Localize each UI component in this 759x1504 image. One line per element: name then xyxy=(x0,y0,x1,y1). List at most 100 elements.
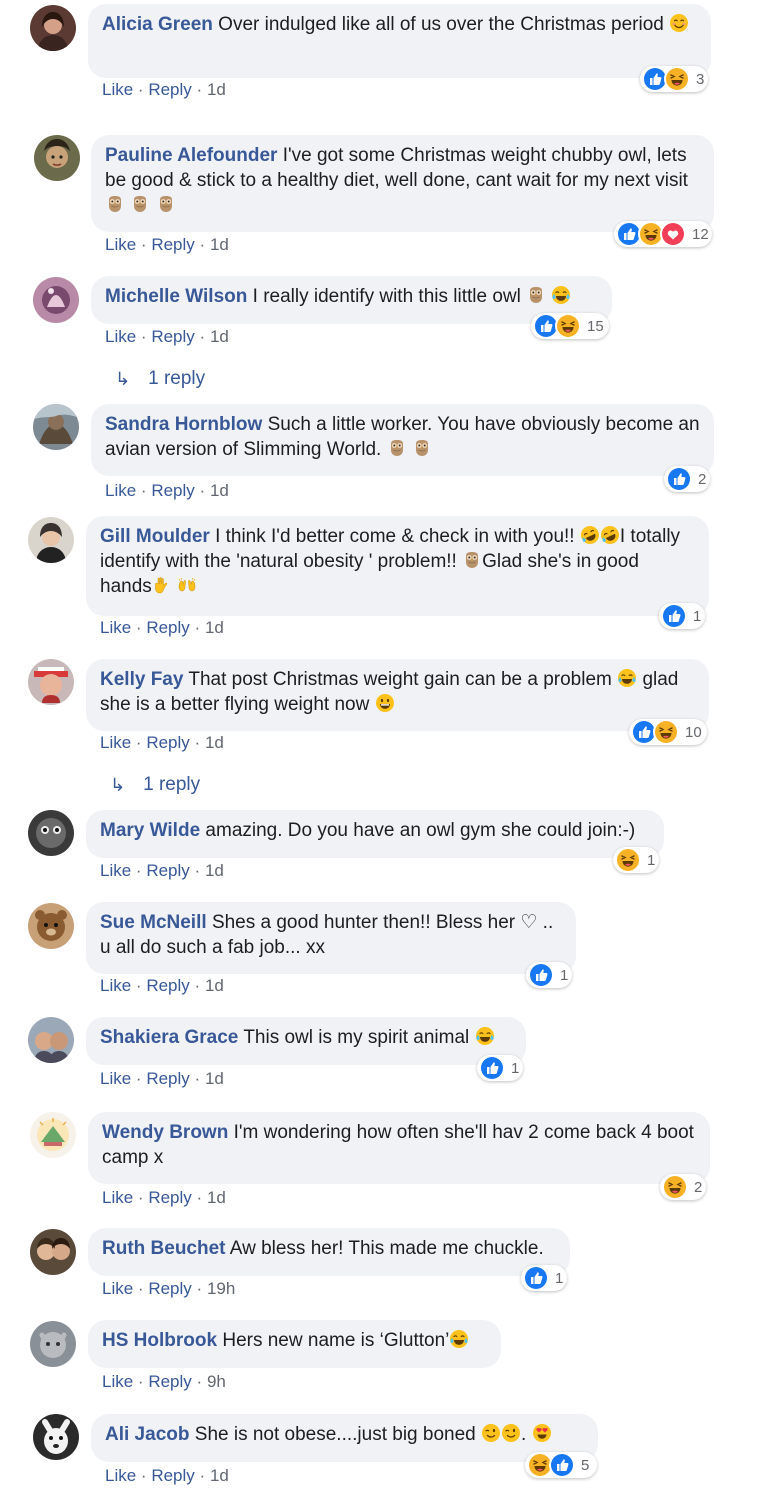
reaction-summary[interactable]: 1 xyxy=(526,962,572,988)
like-link[interactable]: Like xyxy=(102,1372,133,1391)
comment-actions: Like · Reply · 1d xyxy=(105,235,229,255)
avatar[interactable] xyxy=(28,1017,74,1063)
reaction-summary[interactable]: 1 xyxy=(659,603,705,629)
reaction-summary[interactable]: 10 xyxy=(629,719,707,745)
reaction-summary[interactable]: 1 xyxy=(521,1265,567,1291)
grinning-face-icon xyxy=(375,693,395,713)
reply-link[interactable]: Reply xyxy=(151,481,194,500)
comment-author[interactable]: Ruth Beuchet xyxy=(102,1238,226,1259)
reply-link[interactable]: Reply xyxy=(146,1069,189,1088)
avatar[interactable] xyxy=(33,1414,79,1460)
comment-author[interactable]: Ali Jacob xyxy=(105,1424,189,1445)
comment-author[interactable]: Pauline Alefounder xyxy=(105,145,277,166)
avatar[interactable] xyxy=(28,517,74,563)
avatar[interactable] xyxy=(33,277,79,323)
timestamp[interactable]: 1d xyxy=(205,733,224,752)
timestamp[interactable]: 1d xyxy=(210,235,229,254)
reply-link[interactable]: Reply xyxy=(146,861,189,880)
like-link[interactable]: Like xyxy=(100,733,131,752)
avatar[interactable] xyxy=(30,5,76,51)
separator: · xyxy=(199,481,206,500)
reply-link[interactable]: Reply xyxy=(151,1466,194,1485)
comment-author[interactable]: Sandra Hornblow xyxy=(105,414,262,435)
reaction-summary[interactable]: 1 xyxy=(477,1055,523,1081)
like-reaction-icon xyxy=(528,962,554,988)
like-link[interactable]: Like xyxy=(100,861,131,880)
like-reaction-icon xyxy=(523,1265,549,1291)
comment-bubble: Kelly Fay That post Christmas weight gai… xyxy=(86,659,709,731)
reaction-count: 1 xyxy=(693,607,702,625)
separator: · xyxy=(135,861,142,880)
comment-text: . xyxy=(521,1424,527,1445)
comment-author[interactable]: Mary Wilde xyxy=(100,820,200,841)
like-link[interactable]: Like xyxy=(105,1466,136,1485)
reaction-summary[interactable]: 15 xyxy=(531,313,609,339)
like-link[interactable]: Like xyxy=(100,1069,131,1088)
like-reaction-icon xyxy=(549,1452,575,1478)
view-replies-link[interactable]: ↳ 1 reply xyxy=(115,368,205,390)
comment-author[interactable]: Michelle Wilson xyxy=(105,286,247,307)
comment: Ali Jacob She is not obese....just big b… xyxy=(0,1410,759,1504)
reply-link[interactable]: Reply xyxy=(146,618,189,637)
comment: Sandra Hornblow Such a little worker. Yo… xyxy=(0,400,759,512)
like-link[interactable]: Like xyxy=(105,235,136,254)
comment-author[interactable]: Gill Moulder xyxy=(100,526,210,547)
avatar[interactable] xyxy=(28,659,74,705)
like-link[interactable]: Like xyxy=(105,481,136,500)
reaction-summary[interactable]: 1 xyxy=(613,847,659,873)
like-link[interactable]: Like xyxy=(105,327,136,346)
avatar[interactable] xyxy=(33,404,79,450)
avatar[interactable] xyxy=(30,1112,76,1158)
comment-author[interactable]: Alicia Green xyxy=(102,14,213,35)
reply-link[interactable]: Reply xyxy=(148,1372,191,1391)
reply-link[interactable]: Reply xyxy=(148,80,191,99)
comment-author[interactable]: Kelly Fay xyxy=(100,669,183,690)
timestamp[interactable]: 19h xyxy=(207,1279,235,1298)
comment-bubble: Ali Jacob She is not obese....just big b… xyxy=(91,1414,598,1462)
reaction-summary[interactable]: 2 xyxy=(660,1174,706,1200)
timestamp[interactable]: 1d xyxy=(210,481,229,500)
comment-text: Aw bless her! This made me chuckle. xyxy=(229,1238,544,1259)
avatar[interactable] xyxy=(28,810,74,856)
timestamp[interactable]: 1d xyxy=(210,327,229,346)
comment-author[interactable]: Shakiera Grace xyxy=(100,1027,238,1048)
like-link[interactable]: Like xyxy=(102,1188,133,1207)
timestamp[interactable]: 1d xyxy=(207,1188,226,1207)
reply-link[interactable]: Reply xyxy=(151,327,194,346)
view-replies-link[interactable]: ↳ 1 reply xyxy=(110,774,200,796)
timestamp[interactable]: 1d xyxy=(210,1466,229,1485)
comment-author[interactable]: Wendy Brown xyxy=(102,1122,228,1143)
timestamp[interactable]: 9h xyxy=(207,1372,226,1391)
timestamp[interactable]: 1d xyxy=(205,1069,224,1088)
owl-icon xyxy=(387,438,407,458)
reply-link[interactable]: Reply xyxy=(146,733,189,752)
like-link[interactable]: Like xyxy=(100,976,131,995)
timestamp[interactable]: 1d xyxy=(205,976,224,995)
reply-link[interactable]: Reply xyxy=(146,976,189,995)
reaction-summary[interactable]: 12 xyxy=(614,221,712,247)
reaction-summary[interactable]: 3 xyxy=(640,66,708,92)
timestamp[interactable]: 1d xyxy=(205,861,224,880)
avatar[interactable] xyxy=(28,903,74,949)
comment-author[interactable]: Sue McNeill xyxy=(100,912,207,933)
reaction-summary[interactable]: 5 xyxy=(525,1452,597,1478)
comment-bubble: Alicia Green Over indulged like all of u… xyxy=(88,4,711,78)
like-link[interactable]: Like xyxy=(102,1279,133,1298)
reply-link[interactable]: Reply xyxy=(151,235,194,254)
avatar[interactable] xyxy=(30,1321,76,1367)
separator: · xyxy=(199,1466,206,1485)
reaction-summary[interactable]: 2 xyxy=(664,466,710,492)
like-link[interactable]: Like xyxy=(102,80,133,99)
separator: · xyxy=(135,733,142,752)
rolling-laughing-icon xyxy=(580,525,600,545)
avatar[interactable] xyxy=(34,135,80,181)
comment-author[interactable]: HS Holbrook xyxy=(102,1330,217,1351)
timestamp[interactable]: 1d xyxy=(207,80,226,99)
comment-actions: Like · Reply · 19h xyxy=(102,1279,235,1299)
reply-link[interactable]: Reply xyxy=(148,1188,191,1207)
timestamp[interactable]: 1d xyxy=(205,618,224,637)
reply-arrow-icon: ↳ xyxy=(110,774,126,795)
avatar[interactable] xyxy=(30,1229,76,1275)
reply-link[interactable]: Reply xyxy=(148,1279,191,1298)
like-link[interactable]: Like xyxy=(100,618,131,637)
